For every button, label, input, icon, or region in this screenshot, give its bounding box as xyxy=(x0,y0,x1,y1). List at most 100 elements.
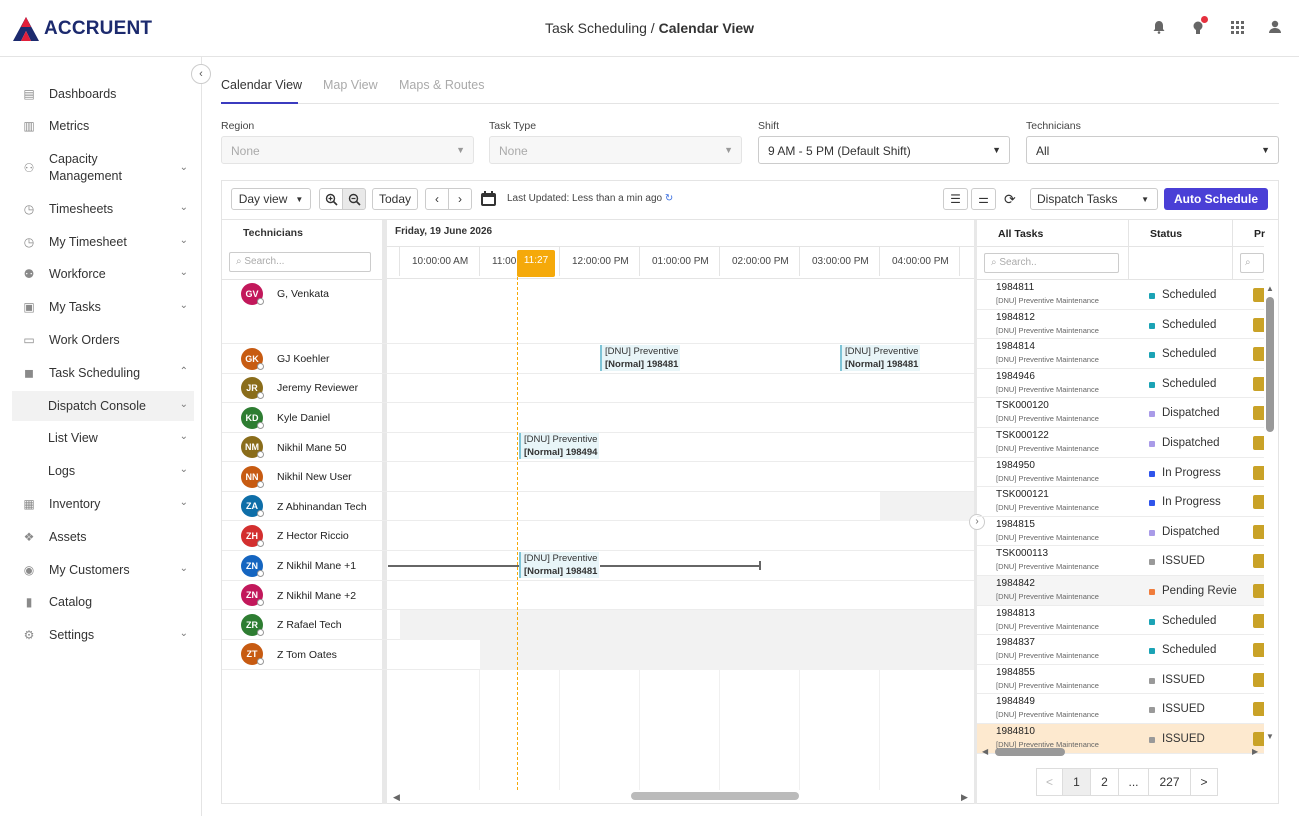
search-icon[interactable]: ⌕ xyxy=(1240,253,1264,273)
bell-icon[interactable] xyxy=(1150,20,1168,38)
status-dot xyxy=(257,481,264,488)
task-status: ISSUED xyxy=(1162,555,1205,568)
task-search-input[interactable]: ⌕ Search.. xyxy=(984,253,1119,273)
technician-name[interactable]: GJ Koehler xyxy=(277,353,330,365)
sidebar-item-timesheets[interactable]: ◷ Timesheets ⌄ xyxy=(12,194,194,224)
task-row[interactable]: 1984837 [DNU] Preventive Maintenance Sched… xyxy=(977,635,1264,665)
pagination-prev[interactable]: < xyxy=(1036,768,1063,796)
sidebar-item-task-scheduling[interactable]: ◼ Task Scheduling ⌃ xyxy=(12,358,194,388)
scroll-right-icon[interactable]: ▶ xyxy=(961,792,968,803)
task-row[interactable]: 1984814 [DNU] Preventive Maintenance Sched… xyxy=(977,339,1264,369)
scroll-left-icon[interactable]: ◀ xyxy=(393,792,400,803)
unavailable-block xyxy=(480,640,974,670)
refresh-icon[interactable]: ↻ xyxy=(665,193,673,204)
scheduled-event[interactable]: [DNU] Preventive [Normal] 198481 xyxy=(600,345,680,371)
task-row[interactable]: 1984855 [DNU] Preventive Maintenance ISSUE… xyxy=(977,665,1264,695)
technician-name[interactable]: Kyle Daniel xyxy=(277,412,330,424)
sidebar-item-workforce[interactable]: ⚉ Workforce ⌄ xyxy=(12,259,194,289)
sidebar-item-assets[interactable]: ❖ Assets xyxy=(12,522,194,552)
task-row[interactable]: 1984950 [DNU] Preventive Maintenance In Pr… xyxy=(977,458,1264,488)
technicians-select[interactable]: All ▼ xyxy=(1026,136,1279,164)
collapse-sidebar-icon[interactable]: ‹ xyxy=(191,64,211,84)
technician-name[interactable]: Nikhil New User xyxy=(277,471,352,483)
calendar-icon[interactable] xyxy=(480,190,497,212)
scroll-left-icon[interactable]: ◀ xyxy=(982,747,988,756)
sidebar-item-metrics[interactable]: ▥ Metrics xyxy=(12,111,194,141)
all-tasks-header[interactable]: All Tasks xyxy=(998,228,1043,240)
sidebar-item-capacity-management[interactable]: ⚇ Capacity Management ⌄ xyxy=(12,151,194,185)
user-profile-icon[interactable] xyxy=(1266,20,1284,38)
technician-name[interactable]: Z Nikhil Mane +2 xyxy=(277,590,356,602)
tab-calendar-view[interactable]: Calendar View xyxy=(221,78,302,92)
group-icon: ⚉ xyxy=(23,267,35,281)
tab-maps-routes[interactable]: Maps & Routes xyxy=(399,78,484,92)
sidebar-item-list-view[interactable]: List View ⌄ xyxy=(12,423,194,453)
auto-schedule-button[interactable]: Auto Schedule xyxy=(1164,188,1268,210)
task-row[interactable]: 1984812 [DNU] Preventive Maintenance Sched… xyxy=(977,310,1264,340)
sliders-icon[interactable]: ⚌ xyxy=(971,188,996,210)
chevron-left-icon[interactable]: ‹ xyxy=(425,188,449,210)
task-row[interactable]: 1984849 [DNU] Preventive Maintenance ISSUE… xyxy=(977,694,1264,724)
technician-name[interactable]: Z Rafael Tech xyxy=(277,619,342,631)
task-row[interactable]: TSK000120 [DNU] Preventive Maintenance Dis… xyxy=(977,398,1264,428)
calendar-horizontal-scrollbar[interactable] xyxy=(631,792,799,800)
technician-name[interactable]: Z Tom Oates xyxy=(277,649,337,661)
apps-grid-icon[interactable] xyxy=(1228,20,1246,38)
task-row[interactable]: 1984842 [DNU] Preventive Maintenance Pendi… xyxy=(977,576,1264,606)
technician-name[interactable]: Jeremy Reviewer xyxy=(277,382,358,394)
scroll-right-icon[interactable]: ▶ xyxy=(1252,747,1258,756)
zoom-in-icon[interactable] xyxy=(319,188,343,210)
technician-name[interactable]: Z Nikhil Mane +1 xyxy=(277,560,356,572)
technician-search-input[interactable]: ⌕ Search... xyxy=(229,252,371,272)
pagination-page[interactable]: 227 xyxy=(1148,768,1191,796)
sidebar-item-settings[interactable]: ⚙ Settings ⌄ xyxy=(12,620,194,650)
status-header[interactable]: Status xyxy=(1150,228,1182,240)
technician-name[interactable]: Z Abhinandan Tech xyxy=(277,501,367,513)
sidebar-item-my-timesheet[interactable]: ◷ My Timesheet ⌄ xyxy=(12,227,194,257)
region-select[interactable]: None ▼ xyxy=(221,136,474,164)
technician-name[interactable]: G, Venkata xyxy=(277,288,329,300)
technician-name[interactable]: Z Hector Riccio xyxy=(277,530,349,542)
tasks-vertical-scrollbar[interactable] xyxy=(1266,297,1274,432)
tab-map-view[interactable]: Map View xyxy=(323,78,378,92)
scroll-up-icon[interactable]: ▲ xyxy=(1266,284,1274,293)
sidebar-item-work-orders[interactable]: ▭ Work Orders xyxy=(12,325,194,355)
sidebar-item-dashboards[interactable]: ▤ Dashboards xyxy=(12,79,194,109)
sidebar-item-catalog[interactable]: ▮ Catalog xyxy=(12,587,194,617)
sidebar-item-my-tasks[interactable]: ▣ My Tasks ⌄ xyxy=(12,292,194,322)
shift-select[interactable]: 9 AM - 5 PM (Default Shift) ▼ xyxy=(758,136,1010,164)
pagination-next[interactable]: > xyxy=(1190,768,1218,796)
today-button[interactable]: Today xyxy=(372,188,418,210)
sidebar-item-dispatch-console[interactable]: Dispatch Console ⌄ xyxy=(12,391,194,421)
zoom-out-icon[interactable] xyxy=(342,188,366,210)
technician-name[interactable]: Nikhil Mane 50 xyxy=(277,442,346,454)
sidebar-item-logs[interactable]: Logs ⌄ xyxy=(12,456,194,486)
grid-line xyxy=(479,670,480,790)
task-type-select[interactable]: None ▼ xyxy=(489,136,742,164)
filter-lines-icon[interactable]: ☰ xyxy=(943,188,968,210)
sync-icon[interactable]: ⟳ xyxy=(1004,191,1016,208)
task-row[interactable]: TSK000113 [DNU] Preventive Maintenance ISS… xyxy=(977,546,1264,576)
pagination-page[interactable]: 1 xyxy=(1062,768,1091,796)
breadcrumb-parent[interactable]: Task Scheduling xyxy=(545,20,647,36)
task-row[interactable]: 1984946 [DNU] Preventive Maintenance Sched… xyxy=(977,369,1264,399)
scheduled-event[interactable]: [DNU] Preventive [Normal] 198481 xyxy=(519,552,599,578)
chevron-right-icon[interactable]: › xyxy=(448,188,472,210)
scheduled-event[interactable]: [DNU] Preventive [Normal] 198481 xyxy=(840,345,920,371)
scroll-down-icon[interactable]: ▼ xyxy=(1266,732,1274,741)
priority-header[interactable]: Pr xyxy=(1254,228,1265,240)
sidebar-item-inventory[interactable]: ▦ Inventory ⌄ xyxy=(12,489,194,519)
dispatch-tasks-select[interactable]: Dispatch Tasks ▼ xyxy=(1030,188,1158,210)
pagination-page[interactable]: 2 xyxy=(1090,768,1119,796)
search-placeholder: Search... xyxy=(244,256,285,267)
sidebar-item-label: My Timesheet xyxy=(49,235,127,249)
scheduled-event[interactable]: [DNU] Preventive [Normal] 198494 xyxy=(519,433,599,459)
task-row[interactable]: 1984815 [DNU] Preventive Maintenance Dispa… xyxy=(977,517,1264,547)
task-row[interactable]: TSK000122 [DNU] Preventive Maintenance Dis… xyxy=(977,428,1264,458)
task-row[interactable]: TSK000121 [DNU] Preventive Maintenance In … xyxy=(977,487,1264,517)
task-row[interactable]: 1984813 [DNU] Preventive Maintenance Sched… xyxy=(977,606,1264,636)
day-view-select[interactable]: Day view ▼ xyxy=(231,188,311,210)
sidebar-item-my-customers[interactable]: ◉ My Customers ⌄ xyxy=(12,555,194,585)
task-row[interactable]: 1984811 [DNU] Preventive Maintenance Sched… xyxy=(977,280,1264,310)
tasks-horizontal-scrollbar[interactable] xyxy=(995,748,1065,756)
